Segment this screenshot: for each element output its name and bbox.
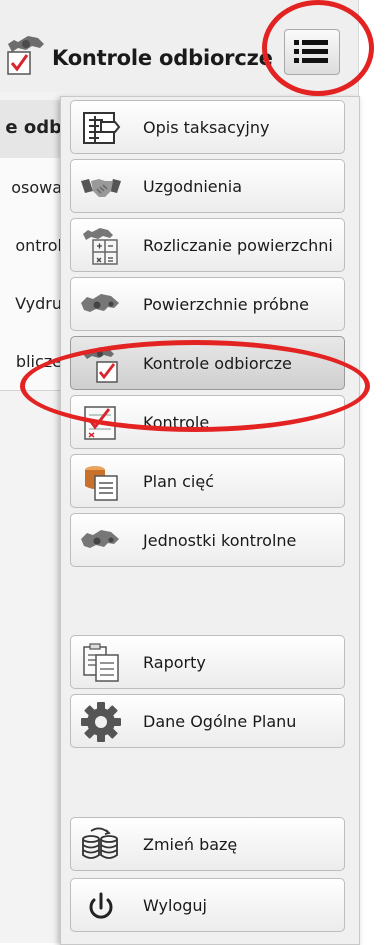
- gear-check-icon: [81, 344, 121, 384]
- menu-item-powierzchnie-probne[interactable]: Powierzchnie próbne: [70, 277, 345, 331]
- stump-document-icon: [81, 462, 121, 502]
- menu-item-jednostki-kontrolne[interactable]: Jednostki kontrolne: [70, 513, 345, 567]
- menu-item-label: Plan cięć: [143, 472, 215, 491]
- menu-item-label: Jednostki kontrolne: [143, 531, 297, 550]
- menu-item-plan-ciec[interactable]: Plan cięć: [70, 454, 345, 508]
- menu-item-label: Raporty: [143, 653, 206, 672]
- menu-item-dane-ogolne-planu[interactable]: Dane Ogólne Planu: [70, 694, 345, 748]
- menu-item-label: Rozliczanie powierzchni: [143, 236, 333, 255]
- menu-item-raporty[interactable]: Raporty: [70, 635, 345, 689]
- gear-icon: [81, 702, 121, 742]
- menu-item-kontrole[interactable]: Kontrole: [70, 395, 345, 449]
- menu-item-label: Dane Ogólne Planu: [143, 712, 297, 731]
- menu-item-label: Uzgodnienia: [143, 177, 243, 196]
- menu-item-opis-taksacyjny[interactable]: Opis taksacyjny: [70, 100, 345, 154]
- menu-item-label: Wyloguj: [143, 896, 207, 915]
- menu-item-label: Powierzchnie próbne: [143, 295, 309, 314]
- menu-item-uzgodnienia[interactable]: Uzgodnienia: [70, 159, 345, 213]
- menu-item-label: Kontrole: [143, 413, 210, 432]
- page-title: Kontrole odbiorcze: [52, 46, 273, 70]
- gears-icon: [81, 521, 121, 561]
- database-icon: [81, 825, 121, 865]
- dropdown-menu: Opis taksacyjny Uzgodnienia Rozliczanie …: [60, 96, 360, 945]
- menu-button[interactable]: [284, 29, 340, 75]
- menu-item-label: Kontrole odbiorcze: [143, 354, 292, 373]
- menu-item-label: Opis taksacyjny: [143, 118, 270, 137]
- checklist-icon: [81, 403, 121, 443]
- app-header: Kontrole odbiorcze: [0, 0, 358, 92]
- calculator-gear-icon: [81, 226, 121, 266]
- menu-item-rozliczanie-powierzchni[interactable]: Rozliczanie powierzchni: [70, 218, 345, 272]
- gears-icon: [81, 285, 121, 325]
- gear-check-icon: [4, 30, 50, 76]
- menu-item-kontrole-odbiorcze[interactable]: Kontrole odbiorcze: [70, 336, 345, 390]
- power-icon: [81, 886, 121, 926]
- menu-item-label: Zmień bazę: [143, 835, 238, 854]
- stand-sign-icon: [81, 108, 121, 148]
- menu-item-wyloguj[interactable]: Wyloguj: [70, 878, 345, 932]
- menu-item-zmien-baze[interactable]: Zmień bazę: [70, 817, 345, 871]
- handshake-icon: [81, 167, 121, 207]
- reports-icon: [81, 643, 121, 683]
